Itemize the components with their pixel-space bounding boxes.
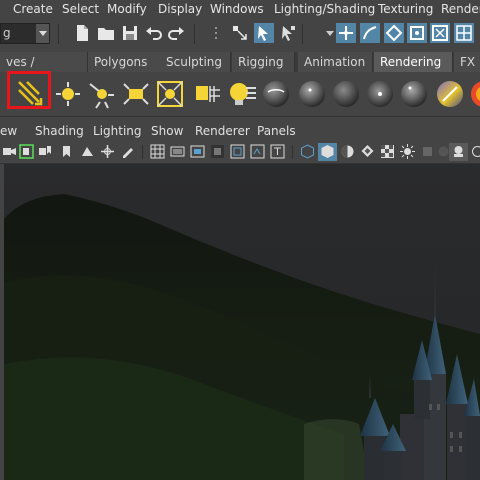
vertical-dots-icon [215,27,217,39]
camera-select-icon[interactable] [2,144,17,159]
two-d-pan-zoom-icon[interactable] [100,144,115,159]
smooth-shade-icon [321,145,334,158]
panel-toolbar [0,141,480,164]
use-all-lights-icon[interactable] [400,144,415,159]
snap-curve-icon [363,26,377,40]
menu-set-value: g [3,26,11,40]
panel-menu-view[interactable]: ew [0,124,17,138]
anisotropic-sphere-icon[interactable] [364,78,396,110]
gate-mask-icon[interactable] [210,144,225,159]
save-scene-icon[interactable] [120,23,140,43]
tab-fx[interactable]: FX [454,52,480,72]
bookmark-icon[interactable] [59,144,74,159]
wireframe-icon[interactable] [300,144,315,159]
panel-menu-bar: ew Shading Lighting Show Renderer Panels [0,123,480,140]
make-live-icon [432,25,448,41]
blinn-sphere-icon[interactable] [260,78,292,110]
bookmark-camera-icon[interactable] [38,144,53,159]
panel-menu-show[interactable]: Show [151,124,183,138]
snap-to-mesh-button[interactable] [454,23,474,43]
toolbar-divider [194,24,195,44]
viewport-persp[interactable] [4,164,480,480]
image-plane-icon[interactable] [80,144,95,159]
tab-curves-surfaces[interactable]: ves / Surfaces [0,52,88,89]
phong-sphere-icon[interactable] [296,78,328,110]
camera-attributes-icon[interactable] [19,144,34,159]
tab-rendering[interactable]: Rendering [374,52,453,72]
select-by-object-button[interactable] [254,23,274,43]
snap-to-view-plane-button[interactable] [407,23,427,43]
toolbar-divider [58,24,59,44]
tab-polygons[interactable]: Polygons [88,52,161,72]
safe-action-icon[interactable] [250,144,265,159]
default-material-icon[interactable] [340,144,355,159]
open-scene-icon[interactable] [96,23,116,43]
viewport-scene-image [4,164,480,480]
layered-sphere-icon[interactable] [468,78,480,110]
menu-lighting-shading[interactable]: Lighting/Shading [274,2,375,16]
select-by-component-icon[interactable] [278,23,298,43]
snap-point-icon [385,24,403,42]
shadows-icon[interactable] [420,144,435,159]
menu-set-dropdown[interactable]: g [0,23,50,44]
menu-render[interactable]: Render [441,2,480,16]
snap-view-plane-icon [410,26,424,40]
resolution-gate-icon[interactable] [190,144,205,159]
snap-mesh-icon [456,25,472,41]
redo-icon[interactable] [166,23,186,43]
shelf-tab-bar: ves / Surfaces Polygons Sculpting Riggin… [0,52,480,89]
chevron-down-icon [36,24,49,43]
tab-rigging[interactable]: Rigging [232,52,295,72]
isolate-select-icon [454,146,463,157]
toolbar-divider [302,24,303,44]
x-ray-icon[interactable] [470,144,480,159]
isolate-select-button[interactable] [449,143,468,161]
panel-menu-shading[interactable]: Shading [35,124,84,138]
snap-grid-icon [339,26,353,40]
snap-to-point-button[interactable] [384,23,404,43]
tab-sculpting[interactable]: Sculpting [160,52,231,72]
panel-menu-renderer[interactable]: Renderer [195,124,250,138]
rendering-shelf [0,72,480,117]
field-chart-icon[interactable] [230,144,245,159]
safe-title-icon[interactable] [270,144,285,159]
select-by-object-icon [258,26,268,41]
directional-light-icon[interactable] [52,78,84,110]
film-gate-icon[interactable] [170,144,185,159]
lambert-sphere-icon[interactable] [330,78,362,110]
ramp-sphere-icon[interactable] [434,78,466,110]
snap-to-curve-button[interactable] [360,23,380,43]
menu-modify[interactable]: Modify [107,2,147,16]
snap-to-grid-button[interactable] [336,23,356,43]
undo-icon[interactable] [144,23,164,43]
tab-animation[interactable]: Animation [298,52,373,72]
panel-menu-panels[interactable]: Panels [257,124,296,138]
make-live-button[interactable] [430,23,450,43]
volume-light-icon[interactable] [190,78,222,110]
area-light-icon[interactable] [154,78,186,110]
highlight-box [7,71,51,109]
select-by-hierarchy-icon[interactable] [230,23,250,43]
menu-windows[interactable]: Windows [210,2,264,16]
new-scene-icon[interactable] [72,23,92,43]
grease-pencil-icon[interactable] [120,144,135,159]
panel-divider [142,145,143,159]
grid-icon[interactable] [150,144,165,159]
menu-display[interactable]: Display [158,2,202,16]
main-menubar: Create Select Modify Display Windows Lig… [0,0,480,18]
light-editor-icon[interactable] [226,78,258,110]
point-light-icon[interactable] [86,78,118,110]
menu-texturing[interactable]: Texturing [378,2,433,16]
phong-e-sphere-icon[interactable] [398,78,430,110]
smooth-shade-button[interactable] [318,143,337,161]
menu-select[interactable]: Select [62,2,99,16]
menu-create[interactable]: Create [13,2,53,16]
panel-divider [292,145,293,159]
checker-icon[interactable] [380,144,395,159]
textured-icon[interactable] [360,144,375,159]
spot-light-icon[interactable] [120,78,152,110]
panel-menu-lighting[interactable]: Lighting [93,124,142,138]
